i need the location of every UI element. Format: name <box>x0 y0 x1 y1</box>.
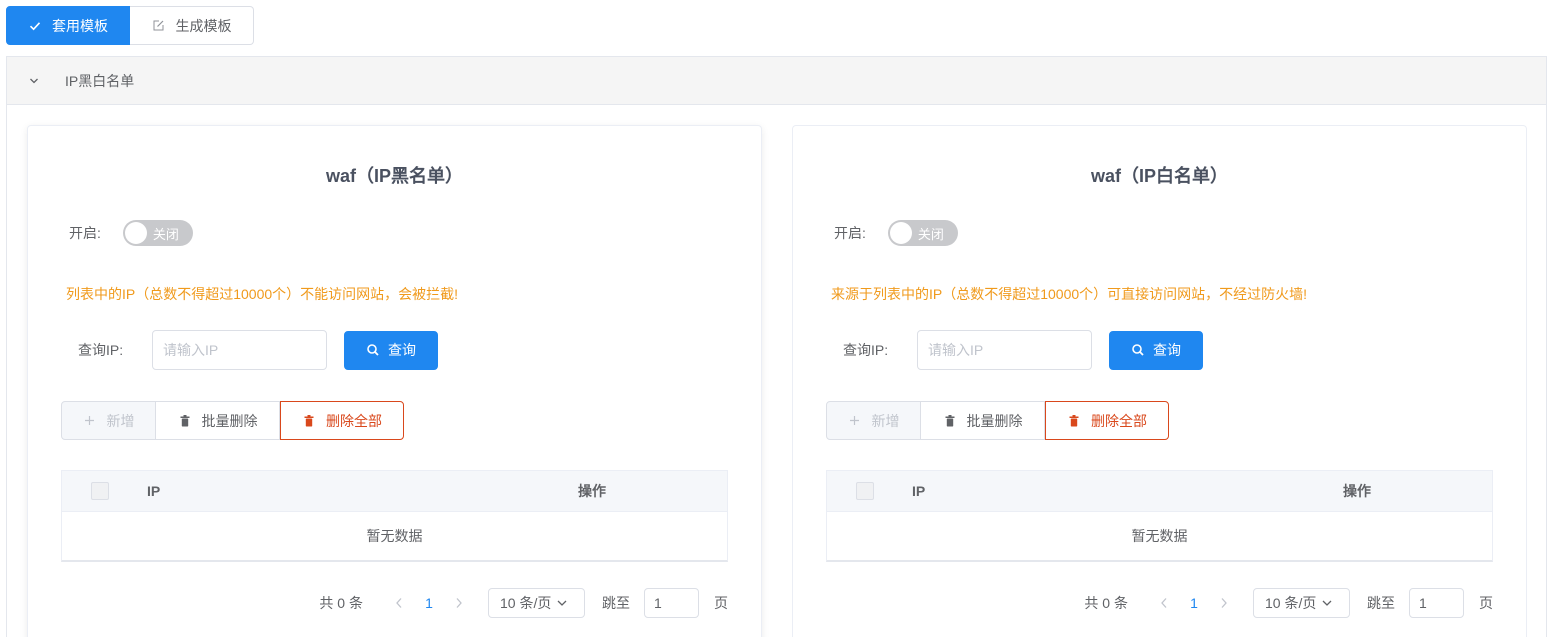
switch-state-text: 关闭 <box>152 226 179 242</box>
empty-text: 暂无数据 <box>366 528 423 544</box>
table-header: IP 操作 <box>62 471 727 512</box>
notice-text: 列表中的IP（总数不得超过10000个）不能访问网站，会被拦截! <box>66 286 459 302</box>
page-size-select[interactable]: 10 条/页 <box>1253 588 1350 618</box>
page-unit: 页 <box>1479 595 1493 611</box>
page-unit: 页 <box>714 595 728 611</box>
delete-all-button[interactable]: 删除全部 <box>1045 401 1169 440</box>
add-button-label: 新增 <box>106 412 135 429</box>
chevron-down-icon <box>1322 599 1332 607</box>
plus-icon <box>83 414 97 428</box>
enable-label: 开启: <box>69 225 101 241</box>
delete-all-label: 删除全部 <box>1091 412 1147 429</box>
column-header-actions: 操作 <box>1343 483 1371 499</box>
trash-icon <box>178 414 192 428</box>
query-button-label: 查询 <box>388 342 416 358</box>
pagination: 共 0 条 1 10 条/页 跳至 页 <box>1084 588 1493 618</box>
enable-switch[interactable]: 关闭 <box>122 220 193 246</box>
search-icon <box>1131 343 1145 357</box>
add-button[interactable]: 新增 <box>61 401 156 440</box>
column-header-actions: 操作 <box>578 483 606 499</box>
page-number[interactable]: 1 <box>1180 595 1208 611</box>
query-row: 查询IP: 查询 <box>78 330 438 370</box>
collapse-title: IP黑白名单 <box>65 72 135 89</box>
chevron-down-icon <box>29 75 41 87</box>
query-button[interactable]: 查询 <box>344 330 438 370</box>
collapse-header[interactable]: IP黑白名单 <box>7 57 1546 105</box>
whitelist-card: waf（IP白名单） 开启: 关闭 来源于列表中的IP（总数不得超过10000个… <box>792 125 1527 637</box>
edit-icon <box>152 19 166 33</box>
query-ip-input[interactable] <box>152 330 327 370</box>
query-button[interactable]: 查询 <box>1109 330 1203 370</box>
add-button[interactable]: 新增 <box>826 401 921 440</box>
query-label: 查询IP: <box>843 342 889 358</box>
template-tabs: 套用模板 生成模板 <box>6 6 254 45</box>
switch-state-text: 关闭 <box>917 226 944 242</box>
page-number[interactable]: 1 <box>415 595 443 611</box>
switch-knob <box>124 222 147 244</box>
batch-delete-button[interactable]: 批量删除 <box>156 401 280 440</box>
action-buttons: 新增 批量删除 删除全部 <box>61 401 404 440</box>
action-buttons: 新增 批量删除 删除全部 <box>826 401 1169 440</box>
trash-icon <box>943 414 957 428</box>
jump-page-input[interactable] <box>1409 588 1464 618</box>
batch-delete-button[interactable]: 批量删除 <box>921 401 1045 440</box>
batch-delete-label: 批量删除 <box>201 412 258 429</box>
page-size-select[interactable]: 10 条/页 <box>488 588 585 618</box>
total-count: 共 0 条 <box>1084 595 1128 611</box>
select-all-checkbox[interactable] <box>856 482 874 500</box>
ip-table: IP 操作 暂无数据 <box>61 470 728 562</box>
trash-icon <box>302 414 316 428</box>
add-button-label: 新增 <box>871 412 900 429</box>
search-icon <box>366 343 380 357</box>
trash-icon <box>1067 414 1081 428</box>
column-header-ip: IP <box>147 483 161 499</box>
enable-label: 开启: <box>834 225 866 241</box>
card-title: waf（IP白名单） <box>1090 166 1228 186</box>
page-size-value: 10 条/页 <box>1265 595 1317 611</box>
delete-all-label: 删除全部 <box>326 412 382 429</box>
batch-delete-label: 批量删除 <box>966 412 1023 429</box>
total-count: 共 0 条 <box>319 595 363 611</box>
prev-page-button[interactable] <box>389 597 409 609</box>
apply-template-label: 套用模板 <box>52 17 108 34</box>
blacklist-card: waf（IP黑名单） 开启: 关闭 列表中的IP（总数不得超过10000个）不能… <box>27 125 762 637</box>
card-title: waf（IP黑名单） <box>325 166 463 186</box>
generate-template-button[interactable]: 生成模板 <box>130 6 254 45</box>
enable-switch[interactable]: 关闭 <box>887 220 958 246</box>
enable-row: 开启: 关闭 <box>69 220 193 246</box>
enable-row: 开启: 关闭 <box>834 220 958 246</box>
query-row: 查询IP: 查询 <box>843 330 1203 370</box>
jump-label: 跳至 <box>1367 595 1395 611</box>
column-header-ip: IP <box>912 483 926 499</box>
next-page-button[interactable] <box>1214 597 1234 609</box>
pagination: 共 0 条 1 10 条/页 跳至 页 <box>319 588 728 618</box>
notice-text: 来源于列表中的IP（总数不得超过10000个）可直接访问网站，不经过防火墙! <box>831 286 1308 302</box>
query-button-label: 查询 <box>1153 342 1181 358</box>
next-page-button[interactable] <box>449 597 469 609</box>
query-ip-input[interactable] <box>917 330 1092 370</box>
table-header: IP 操作 <box>827 471 1492 512</box>
page-size-value: 10 条/页 <box>500 595 552 611</box>
ip-table: IP 操作 暂无数据 <box>826 470 1493 562</box>
plus-icon <box>848 414 862 428</box>
delete-all-button[interactable]: 删除全部 <box>280 401 404 440</box>
generate-template-label: 生成模板 <box>175 17 232 34</box>
jump-page-input[interactable] <box>644 588 699 618</box>
jump-label: 跳至 <box>602 595 630 611</box>
select-all-checkbox[interactable] <box>91 482 109 500</box>
chevron-down-icon <box>557 599 567 607</box>
switch-knob <box>889 222 912 244</box>
empty-text: 暂无数据 <box>1131 528 1188 544</box>
check-icon <box>28 19 42 33</box>
apply-template-button[interactable]: 套用模板 <box>6 6 130 45</box>
query-label: 查询IP: <box>78 342 124 358</box>
prev-page-button[interactable] <box>1154 597 1174 609</box>
